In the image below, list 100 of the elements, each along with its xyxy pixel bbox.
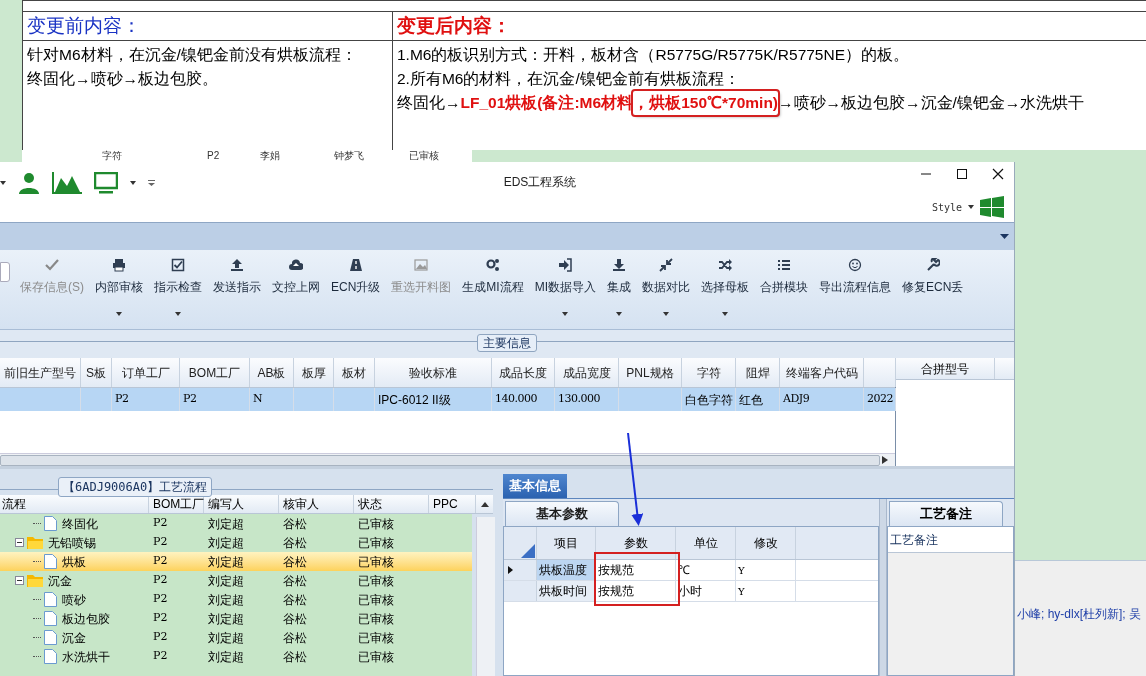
maximize-icon[interactable] (956, 168, 968, 180)
image-icon (414, 258, 429, 272)
caret-down-icon[interactable] (1000, 234, 1009, 239)
table-cell: P2 (153, 553, 168, 570)
tree-row[interactable]: 烘板 P2 刘定超 谷松 已审核 (0, 552, 472, 571)
table-cell-text: 烘板温度 (539, 562, 587, 579)
upload-icon (230, 258, 244, 272)
tab[interactable]: 【6ADJ9006A0】工艺流程 (58, 477, 213, 497)
document-icon (44, 516, 57, 531)
table-cell-text: Y (738, 584, 745, 599)
caret-down-icon[interactable] (968, 205, 974, 209)
row-header[interactable] (504, 560, 537, 580)
ribbon-button[interactable]: 数据对比 (641, 256, 692, 328)
document-icon (44, 592, 57, 607)
table-cell: P2 (153, 648, 168, 665)
ribbon-button[interactable]: 集成 (606, 256, 633, 328)
collapse-toggle[interactable] (15, 538, 24, 547)
tab[interactable]: 工艺备注 (889, 501, 1003, 526)
column-heading: 变更前内容： (27, 13, 141, 38)
close-icon[interactable] (992, 168, 1004, 180)
text-line: 终固化→ (397, 93, 461, 113)
tree-item-label: 终固化 (62, 515, 98, 533)
ribbon-button[interactable]: ECN升级 (330, 256, 382, 328)
scroll-right-icon[interactable] (882, 456, 888, 464)
column-header: 成品宽度 (562, 364, 611, 382)
scrollbar-thumb[interactable] (0, 454, 880, 466)
ribbon-button[interactable]: 导出流程信息 (818, 256, 893, 328)
chart-icon[interactable] (52, 172, 82, 194)
tab[interactable]: 基本参数 (505, 501, 619, 526)
ribbon-button[interactable]: 选择母板 (700, 256, 751, 328)
input-field[interactable] (0, 262, 10, 282)
table-cell-text: 刘定超 (208, 534, 244, 552)
list-icon (777, 258, 792, 272)
caret-down-icon[interactable] (130, 181, 136, 185)
ribbon-button[interactable]: 发送指示 (212, 256, 262, 328)
document-icon (44, 649, 57, 664)
wrench-icon (925, 258, 940, 272)
table-cell-text: 刘定超 (208, 572, 244, 590)
column-header: PNL规格 (626, 364, 674, 382)
table-cell: P2 (153, 610, 168, 627)
compress-icon (659, 258, 674, 272)
tab[interactable]: 基本信息 (503, 474, 567, 498)
style-menu[interactable]: Style (931, 199, 962, 215)
table-cell-text: 刘定超 (208, 610, 244, 628)
table-cell: P2 (183, 391, 197, 408)
table-cell: P2 (153, 534, 168, 551)
check-icon (45, 258, 59, 272)
user-icon[interactable] (18, 172, 40, 194)
ribbon-button[interactable]: 生成MI流程 (461, 256, 525, 328)
table-cell-text: 谷松 (283, 648, 307, 666)
group-title: 主要信息 (477, 334, 537, 352)
ribbon-button[interactable]: 文控上网 (271, 256, 321, 328)
table-cell: P2 (153, 515, 168, 532)
column-header: 合拼型号 (921, 360, 969, 378)
tiles-icon[interactable] (980, 196, 1004, 218)
column-header: 参数 (623, 535, 648, 552)
column-header: BOM工厂 (188, 364, 241, 382)
table-cell: N (253, 391, 263, 408)
table-cell-text: 已审核 (358, 572, 394, 590)
caret-down-icon[interactable] (0, 181, 6, 185)
text-line: →喷砂→板边包胶→沉金/镍钯金→水洗烘干 (778, 93, 1085, 113)
gears-icon (486, 258, 500, 272)
ribbon-button[interactable]: 合拼模块 (759, 256, 810, 328)
column-header: 核审人 (283, 496, 319, 513)
caret-down-icon (116, 312, 122, 316)
table-cell-text: 刘定超 (208, 591, 244, 609)
column-header: 验收标准 (409, 364, 457, 382)
user-list-text: 小峰; hy-dlx[杜列新]; 吴 (1017, 607, 1141, 621)
ribbon-button[interactable]: 内部审核 (94, 256, 144, 328)
text-line: 1.M6的板识别方式：开料，板材含（R5775G/R5775K/R5775NE）的板。 (397, 45, 911, 65)
text-line: 针对M6材料，在沉金/镍钯金前没有烘板流程： (27, 45, 358, 65)
scrollbar-track[interactable] (476, 517, 495, 676)
table-cell: P2 (153, 591, 168, 608)
table-cell-text: 刘定超 (208, 629, 244, 647)
smiley-icon (848, 258, 863, 272)
table-cell: P2 (153, 629, 168, 646)
tree-item-label: 沉金 (62, 629, 86, 647)
table-cell-text: 刘定超 (208, 515, 244, 533)
table-cell-text: 已审核 (358, 515, 394, 533)
ribbon-button[interactable]: 指示检查 (153, 256, 203, 328)
table-cell-text: 红色 (739, 391, 763, 409)
checkbox-icon (171, 258, 185, 272)
column-header: BOM工厂 (153, 496, 205, 513)
cloud-icon (289, 258, 303, 272)
customize-icon[interactable] (148, 180, 155, 186)
scroll-up-icon[interactable] (480, 501, 489, 507)
text-line: 2.所有M6的材料，在沉金/镍钯金前有烘板流程： (397, 69, 741, 89)
column-header: 板材 (342, 364, 366, 382)
ribbon-button[interactable]: 修复ECN丢 (901, 256, 965, 328)
ribbon-button[interactable]: MI数据导入 (533, 256, 598, 328)
monitor-icon[interactable] (94, 172, 118, 194)
table-cell-text: 谷松 (283, 515, 307, 533)
sign-in-icon (558, 258, 573, 272)
column-header: 板厚 (301, 364, 326, 382)
collapse-toggle[interactable] (15, 576, 24, 585)
column-header: 修改 (753, 535, 778, 552)
table-cell-text: 已审核 (358, 553, 394, 571)
caret-down-icon (562, 312, 569, 316)
table-cell-text: Y (738, 563, 745, 578)
table-cell: P2 (207, 151, 220, 161)
